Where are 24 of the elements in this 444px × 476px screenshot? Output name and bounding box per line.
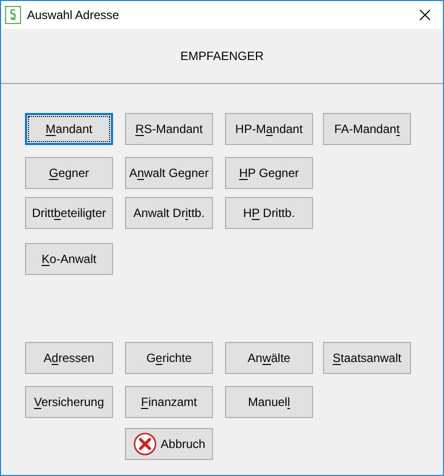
address-button[interactable]: Gegner: [25, 157, 113, 189]
address-button[interactable]: HP Drittb.: [225, 197, 313, 229]
address-button[interactable]: Finanzamt: [125, 386, 213, 418]
address-button[interactable]: Versicherung: [25, 386, 113, 418]
address-button[interactable]: Anwalt Gegner: [125, 157, 213, 189]
address-button[interactable]: Manuell: [225, 386, 313, 418]
address-button[interactable]: HP Gegner: [225, 157, 313, 189]
window-title: Auswahl Adresse: [27, 7, 120, 24]
address-button[interactable]: Adressen: [25, 342, 113, 374]
close-icon: [132, 432, 157, 456]
address-button[interactable]: Drittbeteiligter: [25, 197, 113, 229]
address-button[interactable]: RS-Mandant: [125, 113, 213, 145]
address-button[interactable]: Mandant: [25, 113, 113, 145]
address-button[interactable]: Anwälte: [225, 342, 313, 374]
address-button[interactable]: FA-Mandant: [323, 113, 411, 145]
section-heading: EMPFAENGER: [180, 48, 264, 65]
cancel-button[interactable]: Abbruch: [125, 428, 213, 460]
address-button[interactable]: Ko-Anwalt: [25, 243, 113, 275]
close-icon: [419, 9, 431, 21]
address-button[interactable]: Anwalt Drittb.: [125, 197, 213, 229]
app-icon: [5, 6, 21, 24]
address-button[interactable]: Staatsanwalt: [323, 342, 411, 374]
address-button[interactable]: HP-Mandant: [225, 113, 313, 145]
address-button[interactable]: Gerichte: [125, 342, 213, 374]
